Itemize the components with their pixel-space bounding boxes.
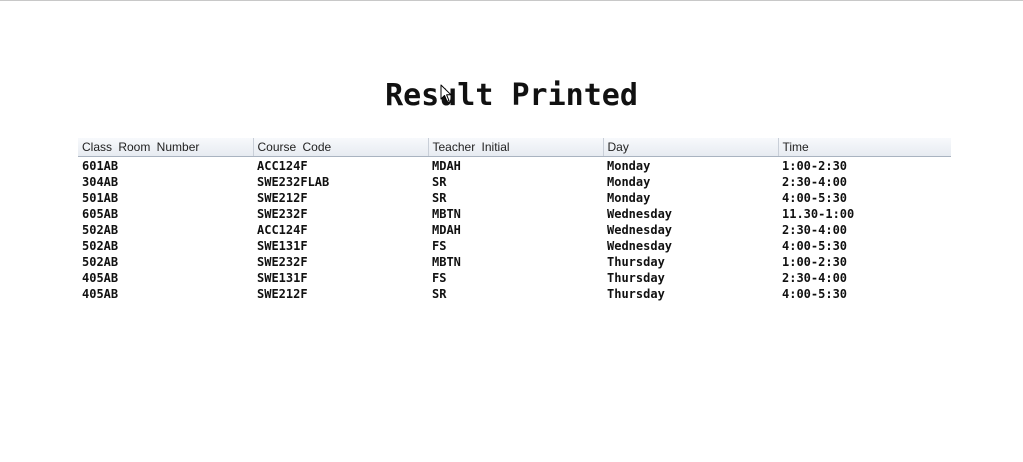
cell-class-room-number: 405AB bbox=[82, 287, 119, 301]
cell-class-room-number: 601AB bbox=[82, 159, 119, 173]
window-top-border bbox=[0, 0, 1023, 1]
cell-time: 11.30-1:00 bbox=[782, 207, 855, 221]
cell-class-room-number: 501AB bbox=[82, 191, 119, 205]
cell-course-code: SWE232FLAB bbox=[257, 175, 330, 189]
cell-day: Thursday bbox=[607, 271, 665, 285]
table-row[interactable]: 502AB ACC124F MDAH Wednesday 2:30-4:00 bbox=[78, 222, 951, 238]
cell-time: 4:00-5:30 bbox=[782, 191, 848, 205]
cell-day: Thursday bbox=[607, 287, 665, 301]
column-header-class-room-number[interactable]: Class Room Number bbox=[78, 138, 254, 157]
table-body: 601AB ACC124F MDAH Monday 1:00-2:30 304AB SWE2… bbox=[78, 157, 951, 303]
cell-day: Monday bbox=[607, 159, 651, 173]
cell-time: 2:30-4:00 bbox=[782, 175, 848, 189]
cell-time: 2:30-4:00 bbox=[782, 223, 848, 237]
page-title: Result Printed bbox=[385, 78, 638, 113]
column-header-time[interactable]: Time bbox=[778, 138, 951, 157]
column-header-teacher-initial[interactable]: Teacher Initial bbox=[428, 138, 604, 157]
cell-time: 1:00-2:30 bbox=[782, 159, 848, 173]
table-row[interactable]: 502AB SWE232F MBTN Thursday 1:00-2:30 bbox=[78, 254, 951, 270]
cell-class-room-number: 502AB bbox=[82, 239, 119, 253]
cell-time: 2:30-4:00 bbox=[782, 271, 848, 285]
cell-teacher-initial: SR bbox=[432, 287, 447, 301]
cell-teacher-initial: SR bbox=[432, 175, 447, 189]
cell-teacher-initial: MDAH bbox=[432, 159, 461, 173]
cell-course-code: SWE232F bbox=[257, 207, 308, 221]
cell-day: Monday bbox=[607, 191, 651, 205]
cell-course-code: ACC124F bbox=[257, 159, 308, 173]
table-row[interactable]: 405AB SWE131F FS Thursday 2:30-4:00 bbox=[78, 270, 951, 286]
cell-course-code: SWE212F bbox=[257, 191, 308, 205]
cell-class-room-number: 502AB bbox=[82, 255, 119, 269]
cell-day: Wednesday bbox=[607, 223, 673, 237]
cell-course-code: SWE131F bbox=[257, 271, 308, 285]
column-header-course-code[interactable]: Course Code bbox=[253, 138, 429, 157]
table-row[interactable]: 304AB SWE232FLAB SR Monday 2:30-4:00 bbox=[78, 174, 951, 190]
cell-course-code: SWE232F bbox=[257, 255, 308, 269]
table-row[interactable]: 405AB SWE212F SR Thursday 4:00-5:30 bbox=[78, 286, 951, 302]
cell-day: Wednesday bbox=[607, 239, 673, 253]
cell-class-room-number: 502AB bbox=[82, 223, 119, 237]
cell-course-code: ACC124F bbox=[257, 223, 308, 237]
cell-time: 1:00-2:30 bbox=[782, 255, 848, 269]
cell-day: Monday bbox=[607, 175, 651, 189]
table-row[interactable]: 605AB SWE232F MBTN Wednesday 11.30-1:00 bbox=[78, 206, 951, 222]
cell-class-room-number: 304AB bbox=[82, 175, 119, 189]
table-header-row: Class Room Number Course Code Teacher In… bbox=[78, 138, 951, 157]
cell-teacher-initial: FS bbox=[432, 239, 447, 253]
cell-teacher-initial: MDAH bbox=[432, 223, 461, 237]
cell-teacher-initial: FS bbox=[432, 271, 447, 285]
cell-day: Wednesday bbox=[607, 207, 673, 221]
table-row[interactable]: 601AB ACC124F MDAH Monday 1:00-2:30 bbox=[78, 157, 951, 175]
cell-course-code: SWE212F bbox=[257, 287, 308, 301]
table-row[interactable]: 502AB SWE131F FS Wednesday 4:00-5:30 bbox=[78, 238, 951, 254]
cell-class-room-number: 605AB bbox=[82, 207, 119, 221]
mouse-pointer-icon bbox=[440, 84, 452, 102]
table-row[interactable]: 501AB SWE212F SR Monday 4:00-5:30 bbox=[78, 190, 951, 206]
schedule-table-container: Class Room Number Course Code Teacher In… bbox=[78, 138, 951, 302]
cell-class-room-number: 405AB bbox=[82, 271, 119, 285]
cell-teacher-initial: MBTN bbox=[432, 255, 461, 269]
cell-time: 4:00-5:30 bbox=[782, 239, 848, 253]
schedule-table[interactable]: Class Room Number Course Code Teacher In… bbox=[78, 138, 951, 302]
cell-teacher-initial: MBTN bbox=[432, 207, 461, 221]
column-header-day[interactable]: Day bbox=[603, 138, 779, 157]
cell-day: Thursday bbox=[607, 255, 665, 269]
cell-course-code: SWE131F bbox=[257, 239, 308, 253]
cell-time: 4:00-5:30 bbox=[782, 287, 848, 301]
cell-teacher-initial: SR bbox=[432, 191, 447, 205]
